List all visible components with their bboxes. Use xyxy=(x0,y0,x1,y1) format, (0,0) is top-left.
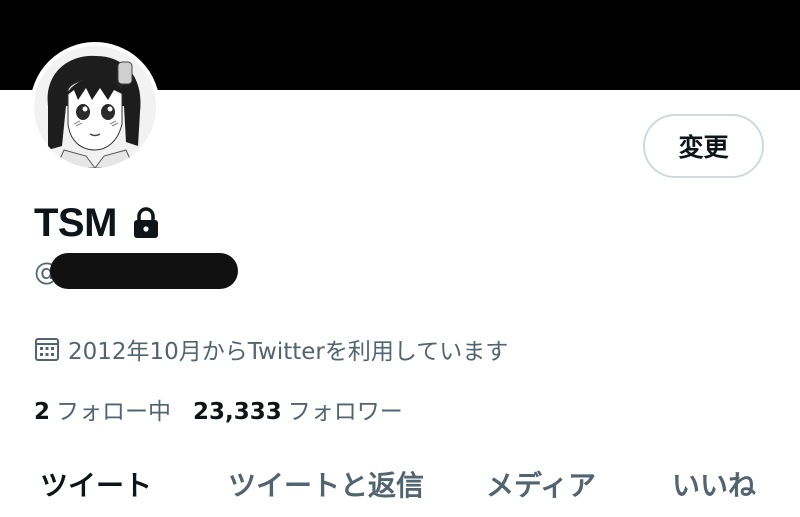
follow-stats: 2 フォロー中 23,333 フォロワー xyxy=(34,392,403,426)
lock-icon xyxy=(131,207,161,239)
edit-profile-button[interactable]: 変更 xyxy=(643,114,764,178)
avatar-image xyxy=(34,46,156,168)
following-link[interactable]: 2 フォロー中 xyxy=(34,392,171,426)
tab-media[interactable]: メディア xyxy=(486,466,596,506)
join-date-row: 2012年10月からTwitterを利用しています xyxy=(34,332,508,366)
handle-redaction xyxy=(50,253,238,289)
following-count: 2 xyxy=(34,399,51,425)
display-name: TSM xyxy=(34,200,117,245)
join-date-text: 2012年10月からTwitterを利用しています xyxy=(68,339,509,365)
display-name-row: TSM xyxy=(34,196,161,250)
profile-page: 変更 TSM @ 2012年10月からTwitterを利用しています 2 フォロ… xyxy=(0,0,800,517)
avatar[interactable] xyxy=(30,42,160,172)
followers-label: フォロワー xyxy=(287,399,403,425)
edit-profile-label: 変更 xyxy=(678,133,729,162)
calendar-icon xyxy=(34,336,60,362)
profile-tabs: ツイート ツイートと返信 メディア いいね xyxy=(0,458,800,517)
tab-tweets[interactable]: ツイート xyxy=(40,466,152,506)
tab-likes[interactable]: いいね xyxy=(672,466,756,506)
followers-count: 23,333 xyxy=(193,399,282,425)
followers-link[interactable]: 23,333 フォロワー xyxy=(193,392,403,426)
tab-tweets-and-replies[interactable]: ツイートと返信 xyxy=(228,466,424,506)
handle-row: @ xyxy=(34,253,238,289)
following-label: フォロー中 xyxy=(56,399,172,425)
